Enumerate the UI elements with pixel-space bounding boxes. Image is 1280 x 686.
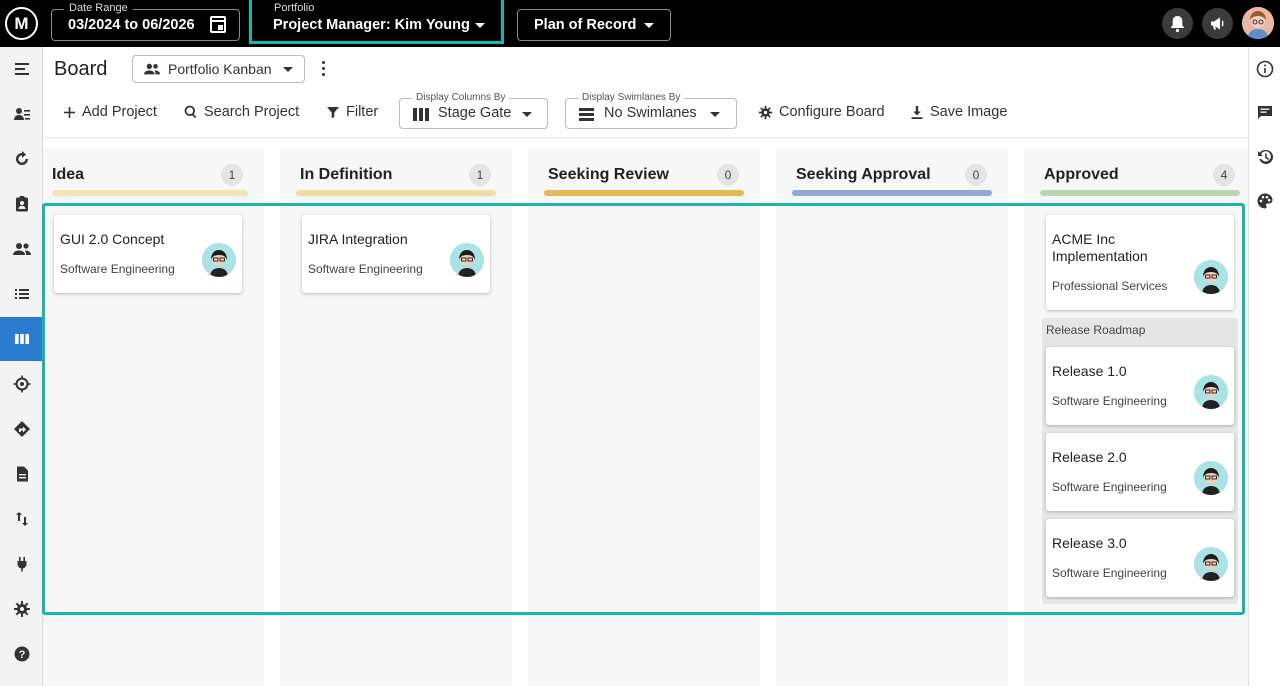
- display-columns-label: Display Columns By: [412, 91, 510, 104]
- board-icon[interactable]: [0, 317, 43, 361]
- document-icon[interactable]: [0, 452, 43, 496]
- directions-icon[interactable]: [0, 407, 43, 451]
- column-title-in-definition: In Definition: [300, 166, 393, 183]
- search-project-label: Search Project: [204, 104, 300, 120]
- column-count-badge: 4: [1213, 164, 1235, 186]
- svg-text:?: ?: [18, 649, 25, 661]
- page-title: Board: [54, 58, 108, 80]
- filter-button[interactable]: Filter: [326, 104, 378, 120]
- search-icon: [184, 105, 197, 119]
- palette-icon[interactable]: [1249, 186, 1280, 216]
- column-title-idea: Idea: [52, 166, 85, 183]
- plus-icon: [64, 106, 75, 118]
- target-icon[interactable]: [0, 362, 43, 406]
- help-icon[interactable]: ?: [0, 632, 43, 676]
- view-select[interactable]: Portfolio Kanban: [132, 55, 305, 83]
- chevron-down-icon: [283, 67, 293, 72]
- date-range-label: Date Range: [64, 1, 133, 15]
- display-columns-select[interactable]: Display Columns By Stage Gate: [399, 91, 548, 129]
- add-project-button[interactable]: Add Project: [63, 104, 157, 120]
- chevron-down-icon: [710, 112, 720, 117]
- column-color-bar: [792, 190, 992, 196]
- portfolio-select[interactable]: Portfolio Project Manager: Kim Young: [256, 1, 498, 41]
- chevron-down-icon: [522, 112, 532, 117]
- filter-icon: [327, 107, 339, 119]
- column-color-bar: [296, 190, 496, 196]
- view-select-label: Portfolio Kanban: [168, 61, 272, 77]
- rows-icon: [579, 108, 594, 121]
- gear-icon[interactable]: [0, 587, 43, 631]
- top-bar: M Date Range 03/2024 to 06/2026 Portfoli…: [0, 0, 1280, 47]
- right-rail: [1248, 47, 1280, 686]
- portfolio-value: Project Manager: Kim Young: [273, 17, 470, 33]
- chevron-down-icon: [644, 23, 654, 28]
- portfolio-label: Portfolio: [269, 1, 320, 15]
- plan-value: Plan of Record: [534, 17, 637, 33]
- people-icon[interactable]: [0, 227, 43, 271]
- board-highlight: [42, 203, 1245, 615]
- info-icon[interactable]: [1249, 54, 1280, 84]
- calendar-icon[interactable]: [210, 16, 226, 33]
- date-range-field[interactable]: Date Range 03/2024 to 06/2026: [51, 1, 240, 41]
- column-color-bar: [1040, 190, 1240, 196]
- display-swimlanes-label: Display Swimlanes By: [578, 91, 685, 104]
- user-avatar-icon: [1242, 7, 1274, 39]
- refresh-icon[interactable]: [0, 137, 43, 181]
- filter-label: Filter: [346, 104, 379, 120]
- gear-icon: [758, 105, 773, 119]
- columns-icon: [413, 108, 429, 121]
- configure-board-button[interactable]: Configure Board: [758, 104, 885, 120]
- column-count-badge: 1: [469, 164, 491, 186]
- notifications-button[interactable]: [1162, 8, 1193, 39]
- people-icon: [144, 63, 160, 75]
- configure-board-label: Configure Board: [779, 104, 885, 120]
- date-range-value: 03/2024 to 06/2026: [68, 17, 195, 33]
- column-title-approved: Approved: [1044, 166, 1119, 183]
- comment-icon[interactable]: [1249, 98, 1280, 128]
- plug-icon[interactable]: [0, 542, 43, 586]
- clipboard-user-icon[interactable]: [0, 182, 43, 226]
- history-icon[interactable]: [1249, 142, 1280, 172]
- add-project-label: Add Project: [82, 104, 157, 120]
- display-columns-value: Stage Gate: [438, 105, 512, 121]
- save-image-label: Save Image: [930, 104, 1008, 120]
- column-count-badge: 0: [717, 164, 739, 186]
- bell-icon: [1171, 16, 1184, 33]
- column-count-badge: 0: [965, 164, 987, 186]
- plan-select[interactable]: Plan of Record: [517, 9, 671, 41]
- menu-icon[interactable]: [0, 47, 43, 91]
- download-icon: [911, 105, 923, 119]
- transfer-icon[interactable]: [0, 497, 43, 541]
- column-color-bar: [52, 190, 248, 196]
- column-color-bar: [544, 190, 744, 196]
- column-count-badge: 1: [221, 164, 243, 186]
- display-swimlanes-select[interactable]: Display Swimlanes By No Swimlanes: [565, 91, 737, 129]
- announcements-button[interactable]: [1202, 8, 1233, 39]
- user-list-icon[interactable]: [0, 92, 43, 136]
- megaphone-icon: [1211, 17, 1224, 30]
- chevron-down-icon: [475, 23, 485, 28]
- user-avatar[interactable]: [1242, 7, 1274, 39]
- more-options-icon[interactable]: [320, 61, 326, 77]
- left-nav: ?: [0, 47, 43, 686]
- display-swimlanes-value: No Swimlanes: [604, 105, 697, 121]
- column-title-seeking-approval: Seeking Approval: [796, 166, 931, 183]
- save-image-button[interactable]: Save Image: [910, 104, 1007, 120]
- app-logo[interactable]: M: [5, 7, 38, 40]
- search-project-button[interactable]: Search Project: [184, 104, 299, 120]
- list-icon[interactable]: [0, 272, 43, 316]
- toolbar-divider: [43, 137, 1248, 138]
- column-title-seeking-review: Seeking Review: [548, 166, 669, 183]
